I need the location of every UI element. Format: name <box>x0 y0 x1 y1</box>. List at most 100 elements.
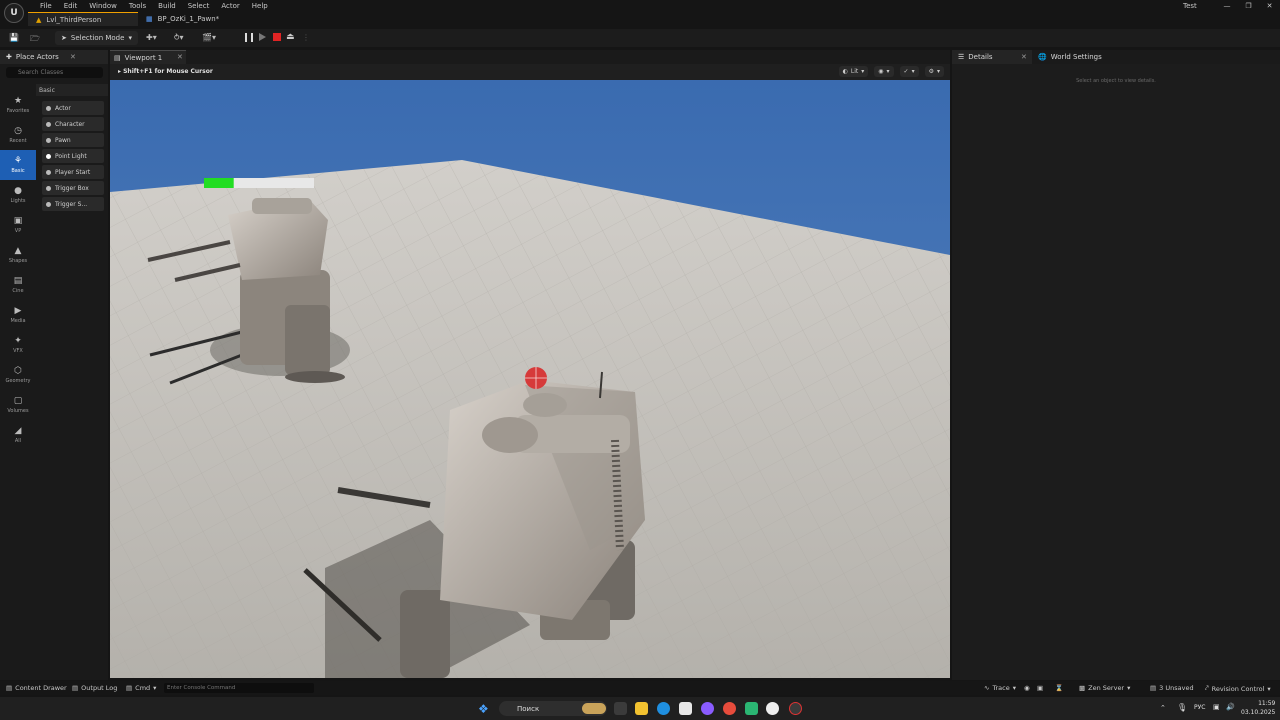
screenshot-icon[interactable]: ▣ <box>1037 684 1043 692</box>
taskbar-search-label: Поиск <box>517 704 540 713</box>
chevron-down-icon: ▾ <box>861 68 865 75</box>
category-basic[interactable]: ⚘ Basic <box>0 150 36 180</box>
blueprint-menu-icon[interactable]: ⥁▾ <box>174 33 183 42</box>
trace-label: Trace <box>992 684 1010 692</box>
console-command-input[interactable] <box>164 683 314 693</box>
category-vp[interactable]: ▣ VP <box>0 210 36 240</box>
tray-expand-icon[interactable]: ⌃ <box>1160 704 1166 712</box>
task-view-icon[interactable] <box>614 702 627 715</box>
more-options-icon[interactable]: ⋮ <box>302 33 310 42</box>
play-icon[interactable] <box>259 33 266 41</box>
snap-dropdown[interactable]: ✓ ▾ <box>899 66 919 77</box>
star-icon: ★ <box>13 96 23 106</box>
category-media[interactable]: ▶ Media <box>0 300 36 330</box>
tab-blueprint-label: BP_OzKi_1_Pawn* <box>157 15 220 23</box>
taskbar-clock[interactable]: 11:59 03.10.2025 <box>1241 699 1275 717</box>
category-shapes[interactable]: ▲ Shapes <box>0 240 36 270</box>
place-actors-tab[interactable]: ✚ Place Actors <box>0 50 108 64</box>
menu-window[interactable]: Window <box>83 1 123 11</box>
content-browser-icon[interactable]: 🗁 <box>30 33 40 47</box>
minimize-icon[interactable]: — <box>1223 2 1230 10</box>
category-favorites[interactable]: ★ Favorites <box>0 90 36 120</box>
recorder-app-icon[interactable] <box>789 702 802 715</box>
store-icon[interactable] <box>679 702 692 715</box>
category-vfx[interactable]: ✦ VFX <box>0 330 36 360</box>
chevron-down-icon: ▾ <box>886 68 890 75</box>
revision-control-dropdown[interactable]: ⤤ Revision Control ▾ <box>1205 684 1271 693</box>
menu-file[interactable]: File <box>34 1 58 11</box>
search-highlight-icon[interactable] <box>582 703 606 714</box>
menu-edit[interactable]: Edit <box>58 1 84 11</box>
add-actor-icon[interactable]: ✚▾ <box>146 33 157 42</box>
tab-details[interactable]: ☰ Details <box>952 50 1032 64</box>
actor-item-trigger-sphere[interactable]: Trigger S... <box>42 197 104 211</box>
tab-world-settings[interactable]: 🌐 World Settings <box>1032 50 1112 64</box>
cinematics-icon[interactable]: 🎬▾ <box>202 33 216 42</box>
show-flags-dropdown[interactable]: ◉ ▾ <box>874 66 894 77</box>
microphone-icon[interactable]: 🎙 <box>1177 703 1187 712</box>
pause-icon[interactable] <box>245 33 253 42</box>
cmd-dropdown[interactable]: ▤ Cmd ▾ <box>126 684 156 692</box>
menu-select[interactable]: Select <box>182 1 216 11</box>
chat-app-icon[interactable] <box>701 702 714 715</box>
virtual-production-icon: ▣ <box>13 216 23 226</box>
actor-item-player-start[interactable]: Player Start <box>42 165 104 179</box>
tab-blueprint[interactable]: ▦ BP_OzKi_1_Pawn* <box>138 12 229 26</box>
actor-item-point-light[interactable]: Point Light <box>42 149 104 163</box>
close-window-icon[interactable]: ✕ <box>1267 2 1273 10</box>
trace-dropdown[interactable]: ∿ Trace ▾ <box>984 684 1016 692</box>
category-volumes[interactable]: ▢ Volumes <box>0 390 36 420</box>
maximize-icon[interactable]: ❐ <box>1245 2 1251 10</box>
record-icon[interactable]: ◉ <box>1024 684 1030 692</box>
hourglass-icon[interactable]: ⌛ <box>1055 684 1063 692</box>
viewport-tab[interactable]: ▤ Viewport 1 <box>110 50 186 64</box>
close-icon[interactable]: ✕ <box>70 53 76 61</box>
menu-tools[interactable]: Tools <box>123 1 152 11</box>
chrome-browser-icon[interactable] <box>723 702 736 715</box>
category-lights[interactable]: ● Lights <box>0 180 36 210</box>
search-classes-input[interactable] <box>6 67 103 78</box>
category-label: Shapes <box>8 258 28 264</box>
actor-item-character[interactable]: Character <box>42 117 104 131</box>
actor-item-actor[interactable]: Actor <box>42 101 104 115</box>
tab-level[interactable]: ▲ Lvl_ThirdPerson <box>28 12 138 26</box>
content-drawer-button[interactable]: ▤ Content Drawer <box>6 684 67 692</box>
category-recent[interactable]: ◷ Recent <box>0 120 36 150</box>
unreal-logo-icon[interactable]: U <box>4 3 24 23</box>
file-explorer-icon[interactable] <box>635 702 648 715</box>
notes-app-icon[interactable] <box>745 702 758 715</box>
close-icon[interactable]: ✕ <box>177 53 183 61</box>
unsaved-button[interactable]: ▤ 3 Unsaved <box>1150 684 1194 692</box>
network-icon[interactable]: ▣ <box>1213 703 1220 711</box>
viewport-icon: ▤ <box>114 53 121 62</box>
clock-date: 03.10.2025 <box>1241 709 1276 716</box>
stop-icon[interactable] <box>273 33 281 41</box>
actor-item-label: Character <box>55 120 85 128</box>
menu-build[interactable]: Build <box>152 1 182 11</box>
menu-help[interactable]: Help <box>246 1 274 11</box>
viewport-settings-dropdown[interactable]: ⚙ ▾ <box>924 66 944 77</box>
save-icon[interactable]: 💾 <box>9 33 19 42</box>
basic-actor-icon: ⚘ <box>13 156 23 166</box>
windows-start-icon[interactable]: ❖ <box>478 702 489 716</box>
actor-item-pawn[interactable]: Pawn <box>42 133 104 147</box>
output-log-button[interactable]: ▤ Output Log <box>72 684 117 692</box>
trigger-box-icon <box>46 185 51 191</box>
category-cine[interactable]: ▤ Cine <box>0 270 36 300</box>
category-all[interactable]: ◢ All <box>0 420 36 450</box>
volume-icon[interactable]: 🔊 <box>1226 703 1235 711</box>
language-indicator[interactable]: РУС <box>1194 704 1205 711</box>
selection-mode-dropdown[interactable]: ➤ Selection Mode ▾ <box>55 31 138 45</box>
unreal-engine-taskbar-icon[interactable] <box>766 702 779 715</box>
viewport-controls: ◐ Lit ▾ ◉ ▾ ✓ ▾ ⚙ ▾ <box>838 66 944 77</box>
actor-item-trigger-box[interactable]: Trigger Box <box>42 181 104 195</box>
actor-item-label: Point Light <box>55 152 87 160</box>
close-icon[interactable]: ✕ <box>1021 53 1027 61</box>
category-geometry[interactable]: ⬡ Geometry <box>0 360 36 390</box>
edge-browser-icon[interactable] <box>657 702 670 715</box>
game-viewport[interactable] <box>110 80 950 678</box>
zen-server-dropdown[interactable]: ▩ Zen Server ▾ <box>1079 684 1130 692</box>
view-mode-dropdown[interactable]: ◐ Lit ▾ <box>838 66 869 77</box>
menu-actor[interactable]: Actor <box>215 1 245 11</box>
eject-icon[interactable]: ⏏ <box>286 32 295 42</box>
